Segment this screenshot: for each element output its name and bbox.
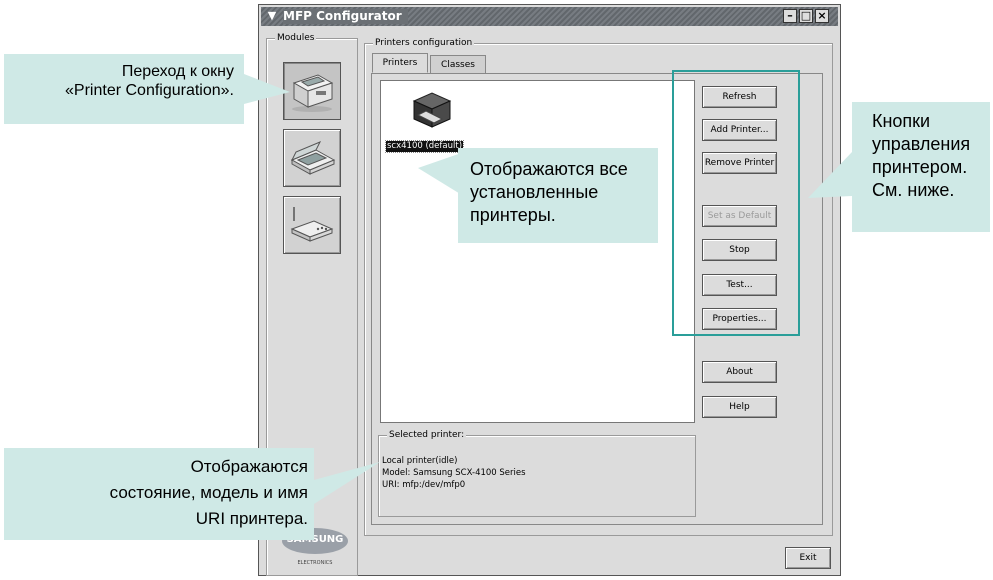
callout-line: «Printer Configuration». xyxy=(65,82,234,99)
callout-all-printers: Отображаются все установленные принтеры. xyxy=(458,148,658,243)
printer-model-text: Model: Samsung SCX-4100 Series xyxy=(382,468,526,478)
list-item[interactable]: scx4100 (default) xyxy=(384,85,466,155)
printer-uri-text: URI: mfp:/dev/mfp0 xyxy=(382,480,466,490)
callout-line: Отображаются xyxy=(190,457,308,476)
title-bar[interactable]: ▼ MFP Configurator – □ × xyxy=(261,7,838,26)
printer-status-text: Local printer(idle) xyxy=(382,456,458,466)
callout-line: управления xyxy=(872,134,971,154)
help-button[interactable]: Help xyxy=(702,396,777,418)
maximize-icon[interactable]: □ xyxy=(799,9,813,23)
window-title: MFP Configurator xyxy=(283,9,408,24)
callout-line: Кнопки xyxy=(872,111,931,131)
printer-buttons-highlight xyxy=(672,70,800,336)
callout-line: состояние, модель и имя xyxy=(109,483,308,502)
callout-printer-buttons: Кнопки управления принтером. См. ниже. xyxy=(852,102,990,232)
callout-line: URI принтера. xyxy=(195,509,308,528)
port-device-icon xyxy=(290,207,334,242)
logo-subtext: ELECTRONICS xyxy=(297,560,333,566)
callout-line: установленные xyxy=(470,182,599,202)
printer-list[interactable]: scx4100 (default) xyxy=(380,80,695,423)
tab-printers[interactable]: Printers xyxy=(372,53,428,73)
callout-line: принтером. xyxy=(872,157,968,177)
minimize-icon[interactable]: – xyxy=(783,9,797,23)
ports-module-button[interactable] xyxy=(283,196,341,254)
callout-goto-printer-config: Переход к окну «Printer Configuration». xyxy=(4,54,244,124)
printers-configuration-label: Printers configuration xyxy=(373,37,475,49)
printer-item-label: scx4100 (default) xyxy=(384,140,465,153)
modules-label: Modules xyxy=(275,32,317,44)
printer-device-icon xyxy=(412,92,452,128)
window-menu-icon[interactable]: ▼ xyxy=(265,8,279,24)
selected-printer-label: Selected printer: xyxy=(387,429,467,441)
printer-module-button[interactable] xyxy=(283,62,341,120)
callout-line: Отображаются все xyxy=(470,159,628,179)
about-button[interactable]: About xyxy=(702,361,777,383)
callout-line: принтеры. xyxy=(470,205,556,225)
tab-classes[interactable]: Classes xyxy=(430,55,486,73)
scanner-icon xyxy=(290,141,336,175)
close-icon[interactable]: × xyxy=(815,9,829,23)
printer-icon xyxy=(292,74,334,112)
callout-line: Переход к окну xyxy=(121,63,234,80)
exit-button[interactable]: Exit xyxy=(785,547,831,569)
scanner-module-button[interactable] xyxy=(283,129,341,187)
callout-line: См. ниже. xyxy=(872,180,955,200)
callout-status-info: Отображаются состояние, модель и имя URI… xyxy=(4,448,314,540)
